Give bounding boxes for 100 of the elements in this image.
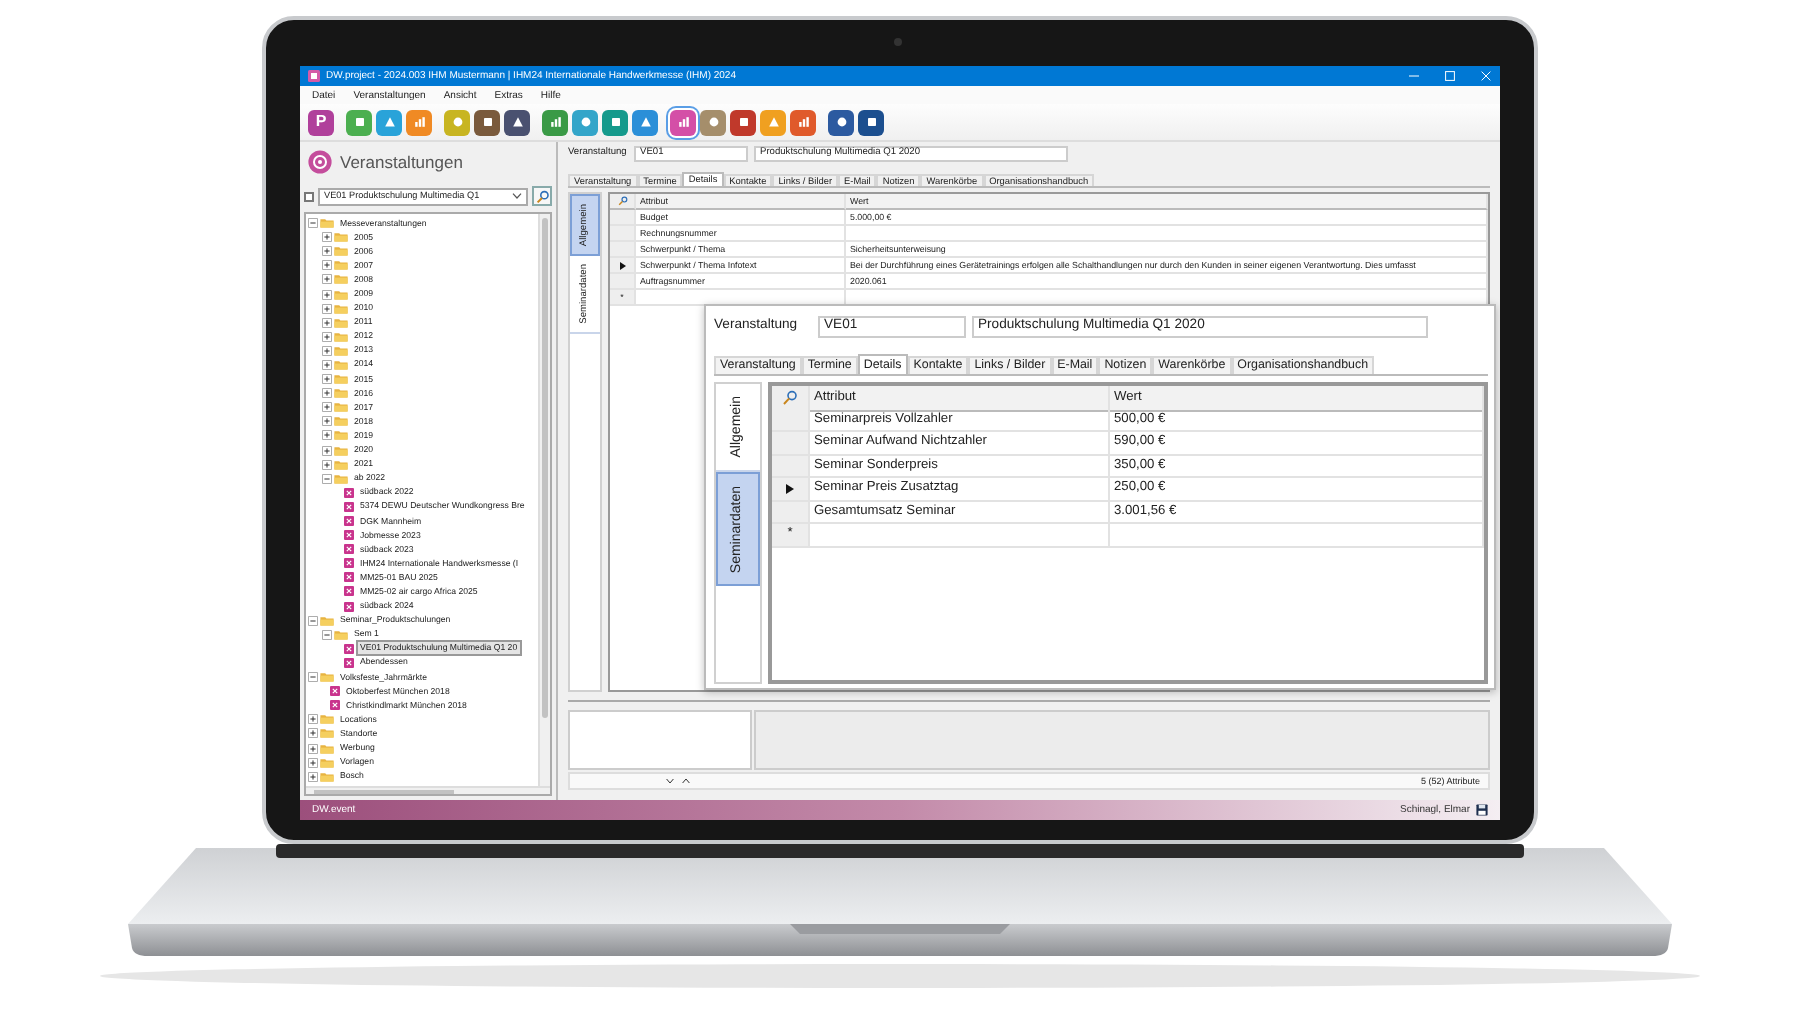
toolbar-button[interactable] (730, 109, 756, 135)
expand-icon[interactable] (308, 728, 318, 739)
collapse-icon[interactable] (322, 473, 332, 484)
toolbar-button[interactable] (474, 109, 500, 135)
collapse-icon[interactable] (308, 672, 318, 683)
expand-icon[interactable] (322, 445, 332, 456)
folder-icon (320, 743, 334, 754)
bars-icon (795, 114, 811, 130)
caret-icon (512, 192, 522, 200)
scrollbar[interactable] (538, 214, 550, 786)
bars-icon (547, 114, 563, 130)
expand-icon[interactable] (322, 317, 332, 328)
search-icon[interactable] (782, 390, 798, 406)
triangle-icon (509, 114, 525, 130)
folder-icon (334, 430, 348, 441)
toolbar-button[interactable] (542, 109, 568, 135)
folder-icon (320, 714, 334, 725)
expand-icon[interactable] (322, 274, 332, 285)
event-icon (344, 601, 354, 612)
collapse-icon[interactable] (322, 629, 332, 640)
expand-icon[interactable] (322, 388, 332, 399)
expand-icon[interactable] (322, 331, 332, 342)
expand-icon[interactable] (308, 714, 318, 725)
expand-icon[interactable] (322, 402, 332, 413)
toolbar-button[interactable] (602, 109, 628, 135)
bars-icon (675, 114, 691, 130)
row-header[interactable] (772, 478, 810, 501)
scrollbar-thumb[interactable] (542, 218, 548, 718)
expand-icon[interactable] (308, 743, 318, 754)
chevron-down-icon[interactable] (666, 778, 674, 784)
expand-icon[interactable] (322, 416, 332, 427)
folder-icon (334, 459, 348, 470)
expand-icon[interactable] (322, 459, 332, 470)
save-icon[interactable] (1476, 804, 1488, 816)
chevron-up-icon[interactable] (682, 778, 690, 784)
close-icon[interactable] (1480, 70, 1492, 82)
expand-icon[interactable] (322, 345, 332, 356)
folder-icon (334, 345, 348, 356)
event-icon (330, 700, 340, 711)
circle-icon (833, 114, 849, 130)
toolbar-button[interactable] (504, 109, 530, 135)
collapse-icon[interactable] (308, 218, 318, 229)
scrollbar-thumb[interactable] (314, 790, 454, 794)
folder-icon (334, 388, 348, 399)
folder-icon (320, 728, 334, 739)
toolbar-button[interactable] (858, 109, 884, 135)
folder-icon (334, 445, 348, 456)
search-button[interactable] (532, 186, 552, 206)
event-icon (344, 586, 354, 597)
event-icon (344, 501, 354, 512)
folder-icon (334, 289, 348, 300)
expand-icon[interactable] (322, 359, 332, 370)
expand-icon[interactable] (322, 430, 332, 441)
event-icon (344, 530, 354, 541)
folder-icon (334, 246, 348, 257)
folder-icon (334, 374, 348, 385)
folder-icon (334, 402, 348, 413)
expand-icon[interactable] (322, 260, 332, 271)
event-icon (344, 516, 354, 527)
expand-icon[interactable] (322, 303, 332, 314)
event-icon (344, 558, 354, 569)
circle-icon (577, 114, 593, 130)
triangle-icon (765, 114, 781, 130)
search-icon[interactable] (617, 196, 627, 206)
folder-icon (334, 331, 348, 342)
toolbar-button[interactable] (670, 109, 696, 135)
square-icon (735, 114, 751, 130)
folder-icon (320, 672, 334, 683)
expand-icon[interactable] (322, 374, 332, 385)
folder-icon (334, 317, 348, 328)
folder-icon (320, 218, 334, 229)
square-icon (863, 114, 879, 130)
folder-icon (334, 359, 348, 370)
expand-icon[interactable] (322, 232, 332, 243)
folder-icon (334, 416, 348, 427)
toolbar-button[interactable] (790, 109, 816, 135)
square-icon (351, 114, 367, 130)
current-row-icon (619, 261, 625, 269)
toolbar-button[interactable]: P (308, 109, 334, 135)
folder-icon (334, 232, 348, 243)
search-icon (535, 189, 549, 203)
event-icon (330, 686, 340, 697)
triangle-icon (381, 114, 397, 130)
folder-icon (320, 771, 334, 782)
scrollbar[interactable] (306, 786, 550, 794)
expand-icon[interactable] (322, 246, 332, 257)
collapse-icon[interactable] (308, 615, 318, 626)
checkbox[interactable] (304, 191, 314, 201)
toolbar-button[interactable] (828, 109, 854, 135)
row-header[interactable] (610, 258, 636, 274)
panel-title: Veranstaltungen (340, 151, 463, 173)
expand-icon[interactable] (308, 771, 318, 782)
expand-icon[interactable] (322, 289, 332, 300)
maximize-icon[interactable] (1444, 70, 1456, 82)
toolbar-button[interactable] (632, 109, 658, 135)
event-icon (344, 643, 354, 654)
folder-icon (320, 615, 334, 626)
app-icon (308, 70, 320, 82)
expand-icon[interactable] (308, 757, 318, 768)
circle-icon (705, 114, 721, 130)
